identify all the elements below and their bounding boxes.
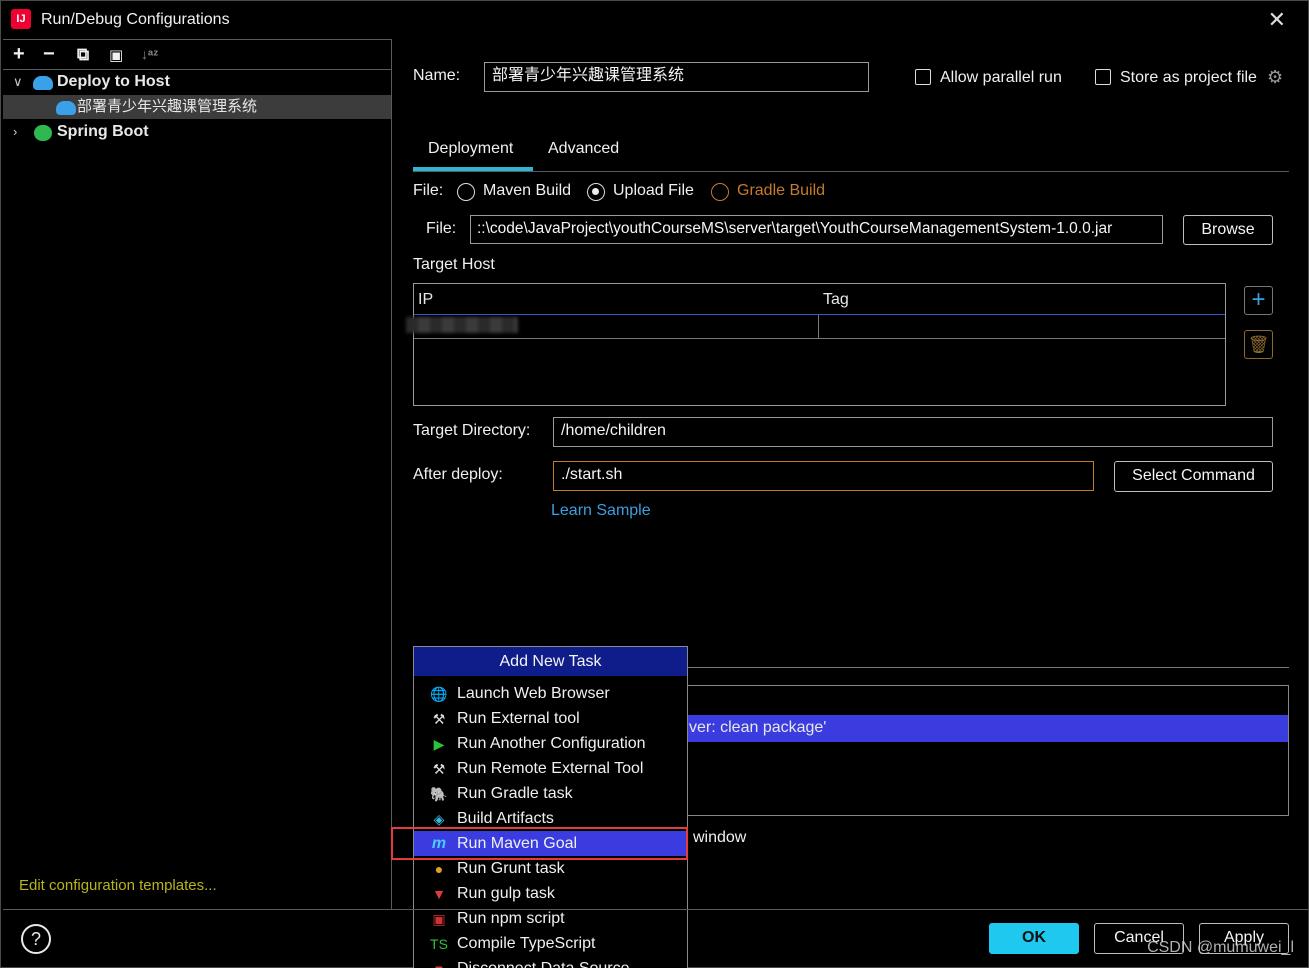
target-dir-field[interactable]: /home/children bbox=[553, 417, 1273, 447]
file-path-label: File: bbox=[426, 220, 457, 237]
after-deploy-label: After deploy: bbox=[413, 466, 503, 483]
store-project-checkbox[interactable] bbox=[1095, 69, 1111, 85]
before-launch-list: ver: clean package' bbox=[687, 685, 1289, 816]
chevron-down-icon[interactable]: ∨ bbox=[13, 70, 23, 94]
table-row[interactable] bbox=[406, 315, 1225, 339]
list-item[interactable]: ver: clean package' bbox=[687, 715, 1288, 742]
play-icon: ▶ bbox=[433, 736, 445, 752]
file-path-field[interactable]: ::\code\JavaProject\youthCourseMS\server… bbox=[470, 215, 1163, 244]
target-host-label: Target Host bbox=[413, 256, 495, 273]
before-launch-divider bbox=[687, 667, 1289, 668]
upload-file-radio[interactable] bbox=[587, 183, 605, 201]
menu-item-run-remote-external-tool[interactable]: ⚒ Run Remote External Tool bbox=[414, 756, 687, 781]
after-deploy-field[interactable]: ./start.sh bbox=[553, 461, 1094, 491]
col-tag-header: Tag bbox=[823, 291, 849, 308]
menu-item-run-gradle-task[interactable]: 🐘 Run Gradle task bbox=[414, 781, 687, 806]
new-folder-icon[interactable]: ▣ bbox=[109, 46, 123, 64]
config-tree-panel: + − ⧉ ▣ ↓ᵃᶻ ∨ Deploy to Host 部署青少年兴趣课管理系… bbox=[3, 39, 392, 909]
artifact-icon: ◈ bbox=[433, 811, 445, 827]
close-icon[interactable]: ✕ bbox=[1268, 7, 1286, 33]
store-project-label: Store as project file bbox=[1120, 69, 1257, 86]
name-label: Name: bbox=[413, 67, 461, 84]
gradle-icon: 🐘 bbox=[430, 786, 448, 802]
col-ip-header: IP bbox=[418, 291, 434, 308]
intellij-icon: IJ bbox=[11, 9, 31, 29]
sort-icon[interactable]: ↓ᵃᶻ bbox=[141, 46, 158, 62]
menu-item-launch-web-browser[interactable]: 🌐 Launch Web Browser bbox=[414, 681, 687, 706]
grunt-icon: ● bbox=[434, 861, 444, 877]
target-dir-label: Target Directory: bbox=[413, 422, 531, 439]
tab-divider bbox=[413, 171, 1289, 172]
allow-parallel-checkbox[interactable] bbox=[915, 69, 931, 85]
cell-divider bbox=[818, 315, 819, 339]
add-host-button[interactable]: + bbox=[1244, 286, 1273, 315]
tree-item-deploy-config[interactable]: 部署青少年兴趣课管理系统 bbox=[3, 95, 391, 119]
blurred-ip-cell bbox=[406, 317, 518, 333]
highlight-annotation-box bbox=[391, 827, 688, 860]
watermark-text: CSDN @mumuwei_l bbox=[1147, 939, 1294, 956]
learn-sample-link[interactable]: Learn Sample bbox=[551, 502, 651, 520]
help-button[interactable]: ? bbox=[21, 924, 51, 954]
cloud-upload-icon bbox=[56, 101, 76, 115]
select-command-button[interactable]: Select Command bbox=[1114, 461, 1273, 492]
tree-item-label: Spring Boot bbox=[57, 123, 149, 140]
title-bar: IJ Run/Debug Configurations ✕ bbox=[1, 1, 1308, 39]
window-checkbox-label: window bbox=[693, 829, 747, 846]
gulp-icon: ▼ bbox=[432, 886, 446, 902]
globe-icon: 🌐 bbox=[430, 686, 448, 702]
tab-deployment[interactable]: Deployment bbox=[428, 140, 513, 158]
maven-build-label: Maven Build bbox=[483, 182, 572, 199]
copy-config-icon[interactable]: ⧉ bbox=[77, 45, 89, 65]
tree-toolbar: + − ⧉ ▣ ↓ᵃᶻ bbox=[3, 40, 392, 70]
tab-advanced[interactable]: Advanced bbox=[548, 140, 619, 158]
allow-parallel-label: Allow parallel run bbox=[940, 69, 1062, 86]
menu-item-run-external-tool[interactable]: ⚒ Run External tool bbox=[414, 706, 687, 731]
name-field[interactable]: 部署青少年兴趣课管理系统 bbox=[484, 62, 869, 92]
menu-item-run-gulp-task[interactable]: ▼ Run gulp task bbox=[414, 881, 687, 906]
remove-config-button[interactable]: − bbox=[43, 43, 55, 66]
window-title: Run/Debug Configurations bbox=[41, 11, 230, 28]
tree-item-deploy-to-host[interactable]: ∨ Deploy to Host bbox=[3, 70, 391, 94]
file-type-label: File: bbox=[413, 182, 444, 199]
tools-icon: ⚒ bbox=[432, 711, 446, 727]
ok-button[interactable]: OK bbox=[989, 923, 1079, 954]
tree-item-spring-boot[interactable]: › Spring Boot bbox=[3, 120, 391, 144]
popup-header: Add New Task bbox=[414, 647, 687, 676]
gear-icon[interactable]: ⚙ bbox=[1267, 67, 1283, 88]
cloud-upload-icon bbox=[33, 76, 53, 90]
tools-icon: ⚒ bbox=[432, 761, 446, 777]
add-config-button[interactable]: + bbox=[13, 43, 25, 66]
delete-host-icon[interactable]: 🗑 bbox=[1244, 330, 1273, 359]
tree-item-label: Deploy to Host bbox=[57, 73, 170, 90]
target-host-table: IP Tag bbox=[406, 283, 1226, 406]
tree-item-label: 部署青少年兴趣课管理系统 bbox=[77, 98, 258, 115]
task-label: ver: clean package' bbox=[689, 719, 827, 736]
menu-item-run-another-config[interactable]: ▶ Run Another Configuration bbox=[414, 731, 687, 756]
maven-build-radio[interactable] bbox=[457, 183, 475, 201]
gradle-build-radio[interactable] bbox=[711, 183, 729, 201]
run-debug-dialog: IJ Run/Debug Configurations ✕ + − ⧉ ▣ ↓ᵃ… bbox=[0, 0, 1309, 968]
chevron-right-icon[interactable]: › bbox=[13, 120, 17, 144]
edit-templates-link[interactable]: Edit configuration templates... bbox=[19, 877, 217, 894]
browse-button[interactable]: Browse bbox=[1183, 215, 1273, 245]
upload-file-label: Upload File bbox=[613, 182, 694, 199]
gradle-build-label: Gradle Build bbox=[737, 182, 826, 199]
spring-boot-icon bbox=[34, 125, 52, 141]
